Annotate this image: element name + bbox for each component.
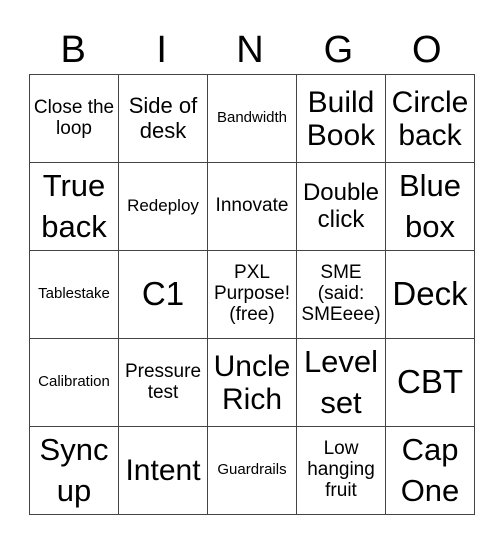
bingo-cell[interactable]: Build Book [296,74,386,163]
bingo-cell[interactable]: Double click [296,162,386,251]
bingo-cell[interactable]: C1 [118,250,208,339]
bingo-header: B I N G O [29,26,471,74]
bingo-cell[interactable]: Deck [385,250,475,339]
board-row: Calibration Pressure test Uncle Rich Lev… [29,338,475,427]
header-letter-i: I [156,29,167,71]
bingo-cell[interactable]: Low hanging fruit [296,426,386,515]
board-row: Tablestake C1 PXL Purpose! (free) SME (s… [29,250,475,339]
bingo-cell[interactable]: Circle back [385,74,475,163]
header-letter-o: O [412,29,442,71]
bingo-cell[interactable]: Guardrails [207,426,297,515]
header-letter-n: N [236,29,264,71]
bingo-cell[interactable]: Blue box [385,162,475,251]
bingo-cell[interactable]: True back [29,162,119,251]
bingo-cell[interactable]: PXL Purpose! (free) [207,250,297,339]
bingo-board: Close the loop Side of desk Bandwidth Bu… [29,74,475,515]
bingo-cell[interactable]: CBT [385,338,475,427]
bingo-cell[interactable]: Pressure test [118,338,208,427]
header-letter-g: G [323,29,354,71]
bingo-cell[interactable]: Uncle Rich [207,338,297,427]
bingo-cell[interactable]: Close the loop [29,74,119,163]
bingo-cell[interactable]: Level set [296,338,386,427]
bingo-cell[interactable]: Calibration [29,338,119,427]
bingo-cell[interactable]: Redeploy [118,162,208,251]
bingo-cell[interactable]: SME (said: SMEeee) [296,250,386,339]
bingo-cell[interactable]: Cap One [385,426,475,515]
bingo-cell[interactable]: Bandwidth [207,74,297,163]
bingo-cell[interactable]: Tablestake [29,250,119,339]
bingo-cell[interactable]: Sync up [29,426,119,515]
bingo-cell[interactable]: Intent [118,426,208,515]
board-row: Close the loop Side of desk Bandwidth Bu… [29,74,475,163]
bingo-cell[interactable]: Innovate [207,162,297,251]
board-row: Sync up Intent Guardrails Low hanging fr… [29,426,475,515]
header-letter-b: B [60,29,86,71]
bingo-cell[interactable]: Side of desk [118,74,208,163]
board-row: True back Redeploy Innovate Double click… [29,162,475,251]
